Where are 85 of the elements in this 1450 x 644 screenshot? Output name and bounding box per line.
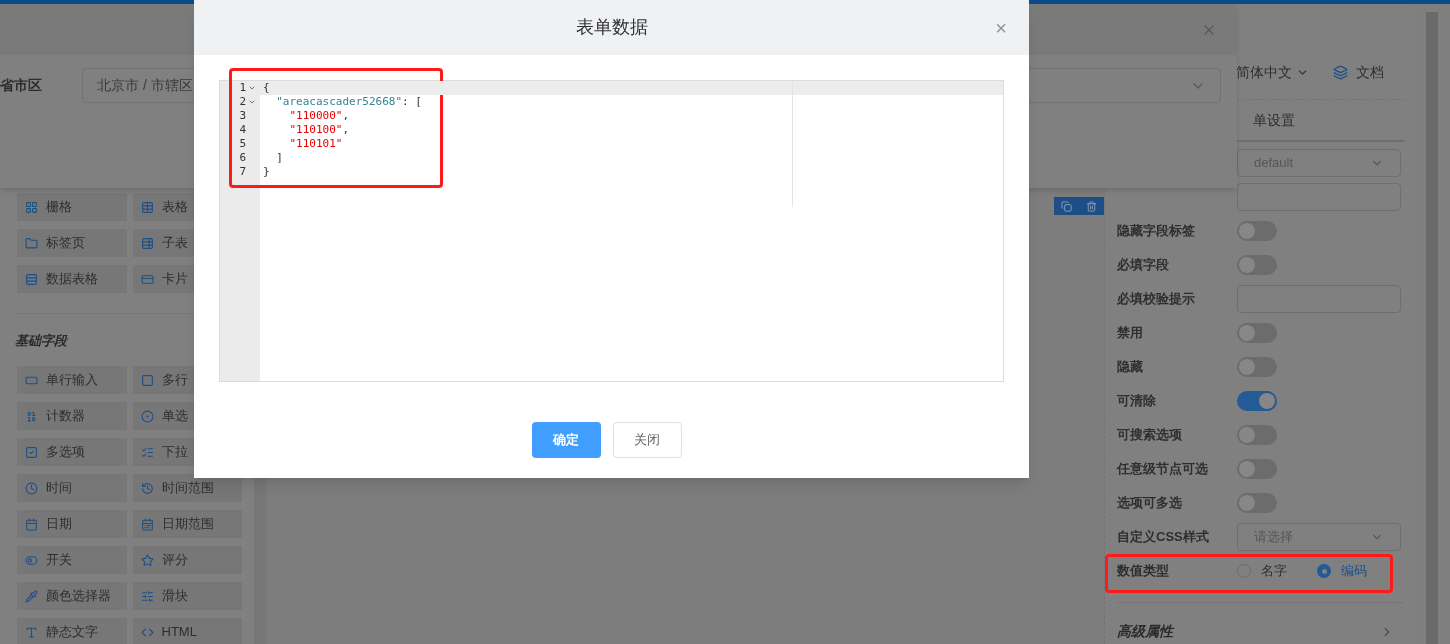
setting-label: 可搜索选项 (1117, 427, 1182, 443)
setting-label: 任意级节点可选 (1117, 461, 1208, 477)
palette-item[interactable]: 开关 (17, 546, 127, 574)
widget-icon (25, 589, 38, 603)
toggle-switch[interactable] (1237, 255, 1277, 275)
toggle-switch[interactable] (1237, 323, 1277, 343)
palette-item[interactable]: 计数器 (17, 402, 127, 430)
confirm-button[interactable]: 确定 (531, 422, 601, 458)
widget-icon (140, 373, 154, 387)
palette-item[interactable]: HTML (132, 618, 242, 644)
code-line: ] (275, 151, 284, 165)
setting-label: 隐藏 (1117, 359, 1143, 375)
widget-icon (25, 272, 38, 286)
palette-item[interactable]: 静态文字 (17, 618, 127, 644)
line-number: 4 (239, 121, 246, 138)
code-line: "110101" (288, 137, 344, 151)
field-label: 省市区 (0, 76, 43, 95)
code-line: "110000", (288, 109, 351, 123)
radio-option[interactable]: 名字 (1237, 561, 1287, 581)
setting-label: 必填字段 (1117, 257, 1169, 273)
widget-icon (25, 481, 38, 495)
widget-icon (25, 517, 38, 531)
widget-icon (140, 553, 154, 567)
code-line: { (263, 81, 271, 95)
line-number: 5 (239, 135, 246, 152)
toggle-switch[interactable] (1237, 391, 1277, 411)
section-title: 基础字段 (15, 333, 67, 348)
close-button[interactable]: 关闭 (612, 422, 682, 458)
section-title: 高级属性 (1117, 622, 1173, 641)
toggle-switch[interactable] (1237, 425, 1277, 445)
layers-icon (1333, 65, 1348, 80)
code-line: "areacascader52668": [ (275, 95, 423, 109)
setting-label: 可清除 (1117, 393, 1156, 409)
close-button[interactable]: × (995, 18, 1007, 38)
selected-widget-bar[interactable] (1054, 197, 1104, 215)
docs-link[interactable]: 文档 (1333, 62, 1384, 83)
widget-icon (140, 589, 154, 603)
widget-icon (140, 517, 154, 531)
code-line: } (263, 165, 271, 179)
widget-icon (140, 272, 154, 286)
setting-label: 选项可多选 (1117, 495, 1182, 511)
setting-label: 自定义CSS样式 (1117, 529, 1209, 545)
copy-icon[interactable] (1061, 200, 1072, 212)
setting-label: 数值类型 (1117, 563, 1169, 579)
palette-item[interactable]: 数据表格 (17, 265, 127, 293)
setting-label: 隐藏字段标签 (1117, 223, 1195, 239)
widget-icon (25, 445, 38, 459)
palette-item[interactable]: 多选项 (17, 438, 127, 466)
palette-item[interactable]: 日期范围 (132, 510, 242, 538)
widget-icon (25, 553, 38, 567)
palette-item[interactable]: 单行输入 (17, 366, 127, 394)
palette-item[interactable]: 栅格 (17, 193, 127, 221)
line-number: 7 (239, 163, 246, 180)
line-number: 1 (239, 79, 246, 96)
widget-icon (25, 625, 38, 639)
setting-label: 禁用 (1117, 325, 1143, 341)
settings-tab[interactable]: 单设置 (1253, 109, 1295, 131)
toggle-switch[interactable] (1237, 493, 1277, 513)
palette-item[interactable]: 滑块 (132, 582, 242, 610)
widget-icon (25, 409, 38, 423)
radio-option[interactable]: 编码 (1317, 561, 1367, 581)
toggle-switch[interactable] (1237, 459, 1277, 479)
line-number: 2 (239, 93, 246, 110)
toggle-switch[interactable] (1237, 357, 1277, 377)
delete-icon[interactable] (1086, 200, 1097, 212)
widget-icon (140, 445, 154, 459)
widget-icon (25, 236, 38, 250)
palette-item[interactable]: 颜色选择器 (17, 582, 127, 610)
code-line: "110100", (288, 123, 351, 137)
widget-icon (140, 236, 154, 250)
palette-item[interactable]: 日期 (17, 510, 127, 538)
widget-icon (140, 200, 154, 214)
line-number: 6 (239, 149, 246, 166)
palette-item[interactable]: 标签页 (17, 229, 127, 257)
line-number: 3 (239, 107, 246, 124)
modal-title: 表单数据 (575, 16, 648, 39)
language-select[interactable]: 简体中文 (1236, 62, 1309, 83)
palette-item[interactable]: 时间 (17, 474, 127, 502)
palette-item[interactable]: 时间范围 (132, 474, 242, 502)
palette-item[interactable]: 评分 (132, 546, 242, 574)
widget-icon (140, 409, 154, 423)
widget-icon (25, 200, 38, 214)
widget-icon (140, 481, 154, 495)
setting-label: 必填校验提示 (1117, 291, 1195, 307)
toggle-switch[interactable] (1237, 221, 1277, 241)
